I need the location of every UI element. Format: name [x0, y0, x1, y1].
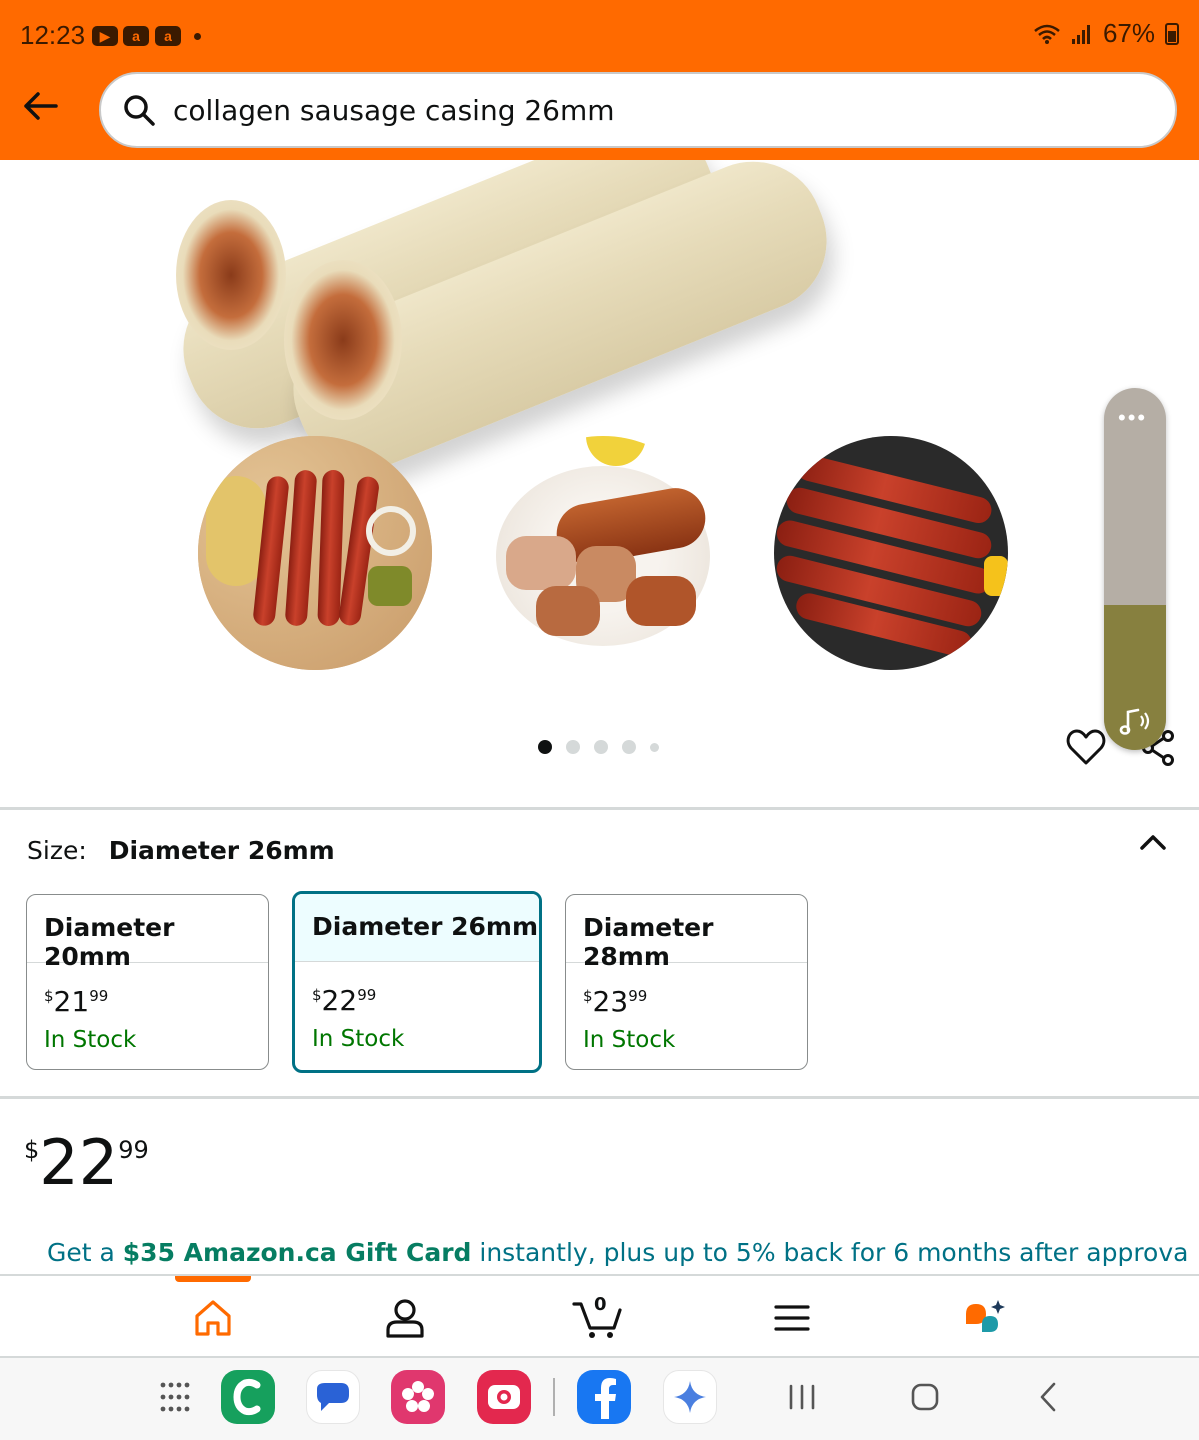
gemini-icon[interactable] — [663, 1370, 717, 1424]
back-button-icon[interactable] — [1032, 1380, 1066, 1414]
more-options-icon[interactable]: ••• — [1118, 407, 1147, 429]
price-currency: $ — [583, 987, 593, 1005]
size-option-price: $2399 — [583, 985, 647, 1018]
status-bar: 12:23 ▶ a a 67% — [0, 0, 1199, 70]
sausage-photo-grilled — [774, 436, 1008, 670]
app-a-icon: a — [123, 26, 149, 46]
sparkle-glyph — [674, 1381, 706, 1413]
price-whole: 23 — [592, 985, 629, 1018]
youtube-icon: ▶ — [92, 26, 118, 46]
chat-bubble-glyph — [317, 1383, 349, 1411]
flower-glyph — [402, 1381, 434, 1412]
search-bar[interactable]: collagen sausage casing 26mm — [99, 72, 1177, 148]
arrow-left-icon — [24, 92, 58, 120]
app-drawer-icon[interactable] — [158, 1380, 192, 1414]
size-selected-value: Diameter 26mm — [108, 836, 335, 865]
status-right: 67% — [1033, 18, 1179, 49]
product-image-gallery[interactable] — [0, 160, 1199, 810]
account-icon[interactable] — [383, 1296, 427, 1340]
promo-suffix: instantly, plus up to 5% back for 6 mont… — [471, 1238, 1187, 1267]
gallery-dot[interactable] — [566, 740, 580, 754]
wifi-icon — [1034, 24, 1060, 44]
gallery-dot[interactable] — [650, 742, 659, 752]
price-currency: $ — [24, 1136, 40, 1164]
sausage-photo-sliced — [486, 436, 720, 670]
price-fraction: 99 — [89, 987, 109, 1005]
size-label: Size: — [27, 836, 87, 865]
promo-highlight: $35 Amazon.ca Gift Card — [122, 1238, 472, 1267]
blossom-icon[interactable] — [391, 1370, 445, 1424]
contacts-glyph — [233, 1378, 261, 1416]
signal-icon — [1071, 24, 1090, 44]
price-currency: $ — [44, 987, 54, 1005]
price-whole: 22 — [39, 1126, 119, 1199]
price-fraction: 99 — [118, 1136, 149, 1164]
size-option-name: Diameter 20mm — [27, 895, 268, 971]
system-navigation-bar — [0, 1358, 1199, 1440]
size-option-price: $2199 — [44, 985, 108, 1018]
casing-end — [176, 200, 286, 350]
search-input[interactable]: collagen sausage casing 26mm — [173, 94, 615, 127]
messages-icon[interactable] — [306, 1370, 360, 1424]
size-option-price: $2299 — [312, 984, 376, 1017]
gallery-dot[interactable] — [538, 740, 552, 754]
gallery-dot[interactable] — [622, 740, 636, 754]
price-currency: $ — [312, 986, 322, 1004]
more-notifications-dot — [194, 33, 201, 40]
size-option-28mm[interactable]: Diameter 28mm $2399 In Stock — [565, 894, 808, 1070]
back-button[interactable] — [18, 84, 62, 128]
home-icon[interactable] — [191, 1296, 235, 1340]
chevron-up-icon[interactable] — [1138, 830, 1168, 854]
size-option-20mm[interactable]: Diameter 20mm $2199 In Stock — [26, 894, 269, 1070]
volume-panel[interactable]: ••• — [1104, 388, 1166, 750]
product-price: $2299 — [24, 1132, 149, 1194]
recents-icon[interactable] — [785, 1380, 819, 1414]
status-time: 12:23 — [20, 20, 86, 50]
size-option-name: Diameter 26mm — [295, 894, 539, 962]
screen-recorder-icon[interactable] — [477, 1370, 531, 1424]
camera-glyph — [488, 1385, 520, 1409]
battery-percent: 67% — [1102, 18, 1155, 48]
casing-end — [284, 260, 402, 420]
menu-icon[interactable] — [770, 1296, 814, 1340]
bottom-navigation: 0 — [0, 1274, 1199, 1358]
section-divider — [0, 807, 1199, 810]
size-option-26mm[interactable]: Diameter 26mm $2299 In Stock — [292, 891, 542, 1073]
facebook-f-glyph — [595, 1378, 616, 1419]
price-whole: 21 — [53, 985, 90, 1018]
gallery-pagination[interactable] — [538, 740, 659, 754]
contacts-icon[interactable] — [221, 1370, 275, 1424]
gallery-dot[interactable] — [594, 740, 608, 754]
dock-separator — [553, 1378, 555, 1416]
price-fraction: 99 — [357, 986, 377, 1004]
size-selector-header[interactable]: Size: Diameter 26mm — [27, 836, 335, 865]
stock-status: In Stock — [44, 1027, 137, 1053]
home-button-icon[interactable] — [908, 1380, 942, 1414]
size-option-name: Diameter 28mm — [566, 895, 807, 971]
rufus-icon[interactable] — [962, 1296, 1006, 1340]
section-divider — [0, 1096, 1199, 1099]
app-a-icon: a — [155, 26, 181, 46]
battery-icon — [1165, 22, 1179, 45]
search-icon — [124, 95, 155, 126]
sausage-photo-hotdogs — [198, 436, 432, 670]
top-bar: 12:23 ▶ a a 67% collagen sausage casing … — [0, 0, 1199, 160]
price-fraction: 99 — [628, 987, 648, 1005]
active-tab-indicator — [175, 1276, 251, 1282]
stock-status: In Stock — [583, 1027, 676, 1053]
cart-count: 0 — [594, 1294, 607, 1315]
heart-icon[interactable] — [1066, 728, 1106, 766]
promo-prefix: Get a — [47, 1238, 123, 1267]
facebook-icon[interactable] — [577, 1370, 631, 1424]
sound-icon[interactable] — [1118, 704, 1152, 738]
price-whole: 22 — [321, 984, 358, 1017]
gift-card-promo-link[interactable]: Get a $35 Amazon.ca Gift Card instantly,… — [47, 1238, 1187, 1267]
stock-status: In Stock — [312, 1026, 405, 1052]
